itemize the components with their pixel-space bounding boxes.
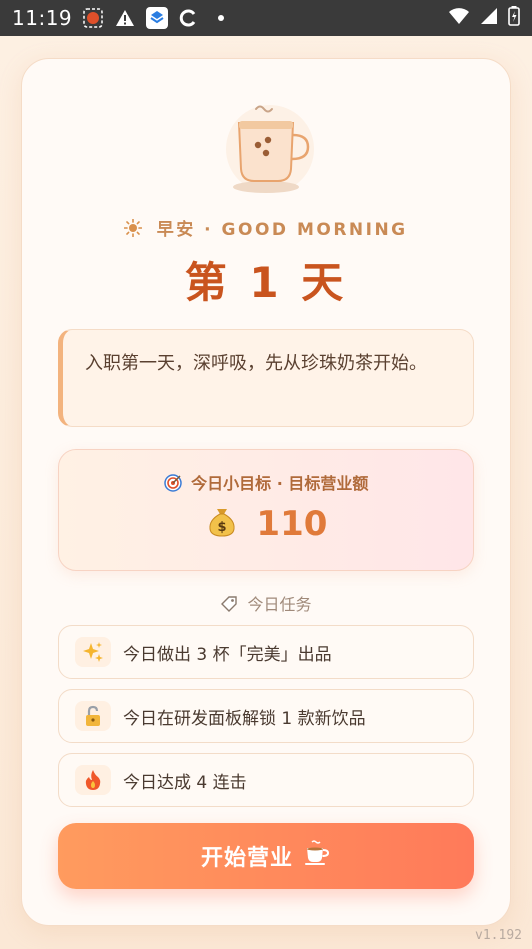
status-time: 11:19 [12, 6, 73, 30]
coffee-cup-icon [303, 840, 331, 872]
battery-icon [508, 5, 520, 31]
money-bag-icon: $ [205, 504, 239, 547]
task-text: 今日在研发面板解锁 1 款新饮品 [123, 708, 366, 729]
app-notification-icon [82, 7, 104, 29]
svg-text:$: $ [217, 520, 226, 535]
signal-icon [480, 7, 498, 30]
sync-icon [178, 7, 200, 29]
task-item: 今日在研发面板解锁 1 款新饮品 [58, 689, 474, 743]
task-item: 今日做出 3 杯「完美」出品 [58, 625, 474, 679]
start-button-label: 开始营业 [200, 845, 293, 870]
version-label: v1.192 [475, 928, 522, 943]
intro-message: 入职第一天，深呼吸，先从珍珠奶茶开始。 [58, 329, 474, 427]
goal-label: 今日小目标 · 目标营业额 [191, 474, 369, 493]
layers-app-icon [146, 7, 169, 29]
daily-goal-panel: 今日小目标 · 目标营业额 $ 110 [58, 449, 474, 571]
task-item: 今日达成 4 连击 [58, 753, 474, 807]
day-title: 第 1 天 [184, 258, 348, 307]
task-text: 今日达成 4 连击 [123, 772, 247, 793]
dot-icon [210, 7, 232, 29]
welcome-card: 早安 · GOOD MORNING 第 1 天 入职第一天，深呼吸，先从珍珠奶茶… [21, 58, 511, 926]
goal-label-row: 今日小目标 · 目标营业额 [59, 470, 473, 494]
tasks-title-row: 今日任务 [22, 591, 510, 615]
wifi-icon [448, 7, 470, 30]
start-business-button[interactable]: 开始营业 [58, 823, 474, 889]
greeting-label: 早安 · GOOD MORNING [156, 220, 408, 240]
goal-value: 110 [256, 504, 328, 544]
sun-icon [124, 218, 150, 240]
target-icon [163, 474, 192, 493]
sparkles-icon [75, 637, 111, 667]
fire-icon [75, 765, 111, 795]
tag-icon [220, 595, 247, 614]
warning-icon [114, 7, 136, 29]
goal-value-row: $ 110 [59, 504, 473, 547]
greeting-text: 早安 · GOOD MORNING [22, 215, 510, 240]
status-bar: 11:19 [0, 0, 532, 36]
milk-tea-cup-icon [222, 97, 322, 197]
unlock-icon [75, 701, 111, 731]
task-text: 今日做出 3 杯「完美」出品 [123, 644, 332, 665]
tasks-title: 今日任务 [247, 595, 312, 614]
